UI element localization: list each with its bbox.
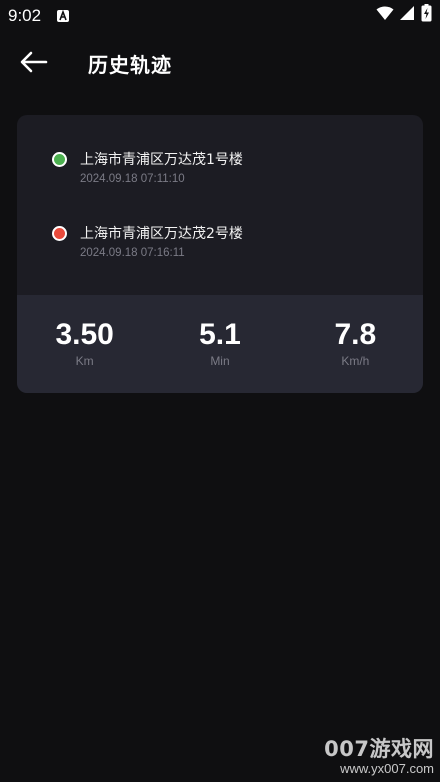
end-address: 上海市青浦区万达茂2号楼 xyxy=(80,226,243,242)
back-button[interactable] xyxy=(16,48,52,80)
start-address: 上海市青浦区万达茂1号楼 xyxy=(80,152,243,168)
duration-unit: Min xyxy=(210,354,230,368)
start-dot-icon xyxy=(52,152,67,167)
route-start: 上海市青浦区万达茂1号楼 2024.09.18 07:11:10 xyxy=(17,145,423,205)
signal-icon xyxy=(400,5,415,25)
arrow-left-icon xyxy=(20,51,48,77)
stats-panel: 3.50 Km 5.1 Min 7.8 Km/h xyxy=(17,295,423,393)
watermark-sub: www.yx007.com xyxy=(340,761,434,776)
route-end: 上海市青浦区万达茂2号楼 2024.09.18 07:16:11 xyxy=(17,219,423,279)
status-time: 9:02 xyxy=(8,6,42,25)
watermark: 007游戏网 www.yx007.com xyxy=(324,733,434,776)
end-dot-icon xyxy=(52,226,67,241)
status-bar: 9:02 xyxy=(0,0,440,30)
stat-speed: 7.8 Km/h xyxy=(288,295,423,393)
stat-distance: 3.50 Km xyxy=(17,295,152,393)
app-header: 历史轨迹 xyxy=(0,36,440,92)
stat-duration: 5.1 Min xyxy=(152,295,287,393)
duration-value: 5.1 xyxy=(199,318,241,351)
battery-charging-icon xyxy=(421,4,432,26)
status-icons xyxy=(376,4,432,26)
distance-value: 3.50 xyxy=(55,318,114,351)
speed-value: 7.8 xyxy=(334,318,377,351)
watermark-main: 007游戏网 xyxy=(324,737,434,761)
page-title: 历史轨迹 xyxy=(88,53,172,77)
speed-unit: Km/h xyxy=(341,354,370,368)
track-card[interactable]: 上海市青浦区万达茂1号楼 2024.09.18 07:11:10 上海市青浦区万… xyxy=(17,115,423,393)
start-time: 2024.09.18 07:11:10 xyxy=(80,173,185,185)
distance-unit: Km xyxy=(75,354,94,368)
a-badge-icon xyxy=(56,8,70,22)
end-time: 2024.09.18 07:16:11 xyxy=(80,247,185,259)
wifi-icon xyxy=(376,5,394,25)
